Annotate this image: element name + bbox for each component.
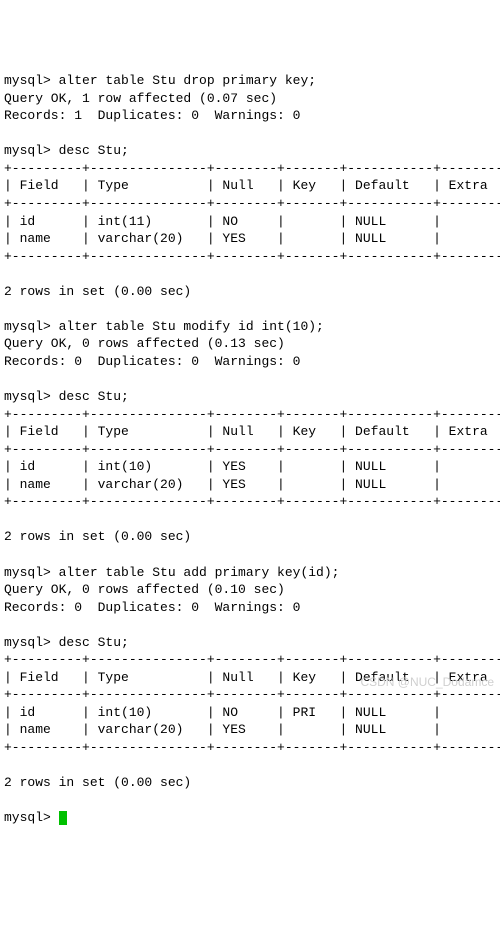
watermark: CSDN @NUC_Dodamce bbox=[360, 674, 494, 690]
mysql-terminal[interactable]: mysql> alter table Stu drop primary key;… bbox=[4, 72, 496, 827]
cursor bbox=[59, 811, 67, 825]
